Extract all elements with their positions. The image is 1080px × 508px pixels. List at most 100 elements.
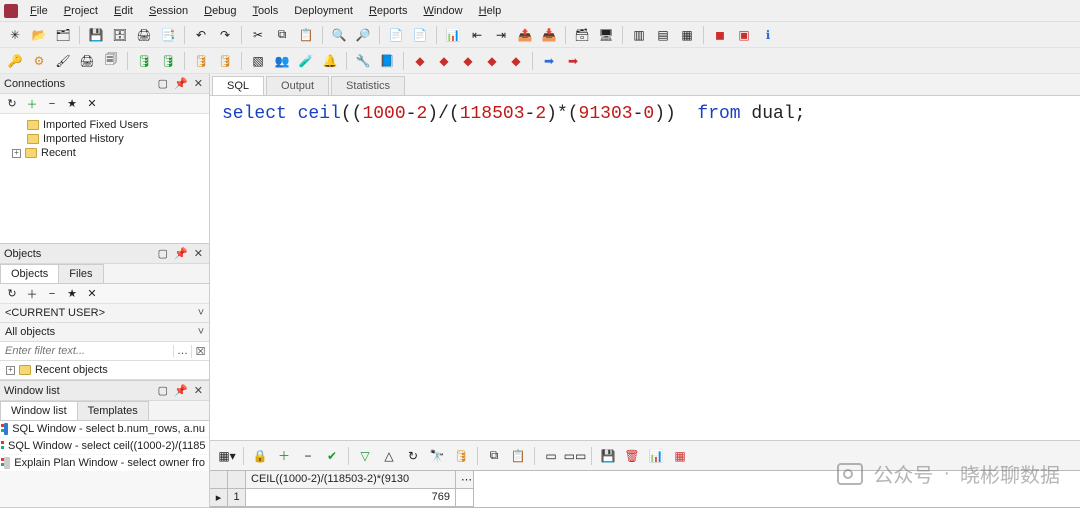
- commit-icon[interactable]: ✔: [321, 445, 343, 467]
- cascade-button[interactable]: ▦: [676, 24, 698, 46]
- stop-all-button[interactable]: ▣: [733, 24, 755, 46]
- test-button[interactable]: 🧪: [295, 50, 317, 72]
- lock-icon[interactable]: 🔒: [249, 445, 271, 467]
- red2-button[interactable]: ◆: [433, 50, 455, 72]
- menu-reports[interactable]: Reports: [361, 2, 416, 20]
- copy-button[interactable]: ⧉: [271, 24, 293, 46]
- db3-button[interactable]: 🛢: [190, 50, 212, 72]
- wrench-button[interactable]: 🔧: [352, 50, 374, 72]
- menu-debug[interactable]: Debug: [196, 2, 244, 20]
- tab-output[interactable]: Output: [266, 76, 329, 95]
- add-icon[interactable]: ＋: [23, 285, 41, 303]
- tab-window-list[interactable]: Window list: [0, 401, 78, 420]
- db2-button[interactable]: 🛢: [157, 50, 179, 72]
- panel-pin-icon[interactable]: 📌: [172, 77, 190, 90]
- menu-project[interactable]: Project: [56, 2, 106, 20]
- printer2-button[interactable]: 🖨: [76, 50, 98, 72]
- table-icon[interactable]: ▦: [669, 445, 691, 467]
- bell-button[interactable]: 🔔: [319, 50, 341, 72]
- brush-button[interactable]: 🖌: [52, 50, 74, 72]
- refresh-icon[interactable]: ↻: [3, 95, 21, 113]
- new-button[interactable]: ✳: [4, 24, 26, 46]
- expand-icon[interactable]: +: [6, 366, 15, 375]
- panel-close-icon[interactable]: ✕: [192, 384, 205, 397]
- window-list-item[interactable]: SQL Window - select b.num_rows, a.nu: [0, 421, 209, 438]
- refresh-icon[interactable]: ↻: [3, 285, 21, 303]
- db-explorer-button[interactable]: 🗃: [571, 24, 593, 46]
- tile-h-button[interactable]: ▥: [628, 24, 650, 46]
- book-button[interactable]: 📘: [376, 50, 398, 72]
- menu-edit[interactable]: Edit: [106, 2, 141, 20]
- print-setup-button[interactable]: 📑: [157, 24, 179, 46]
- filter-clear-icon[interactable]: ☒: [191, 345, 209, 358]
- print-button[interactable]: 🖨: [133, 24, 155, 46]
- red3-button[interactable]: ◆: [457, 50, 479, 72]
- indent-right-button[interactable]: ⇥: [490, 24, 512, 46]
- preview-button[interactable]: 🗐: [100, 50, 122, 72]
- tile-v-button[interactable]: ▤: [652, 24, 674, 46]
- tree-item[interactable]: Imported Fixed Users: [2, 118, 207, 132]
- remove-row-icon[interactable]: −: [297, 445, 319, 467]
- grid-column-header[interactable]: CEIL((1000-2)/(118503-2)*(9130: [246, 471, 456, 489]
- help-button[interactable]: ℹ: [757, 24, 779, 46]
- db-icon[interactable]: 🛢: [450, 445, 472, 467]
- window-list-item[interactable]: SQL Window - select ceil((1000-2)/(1185: [0, 438, 209, 455]
- menu-session[interactable]: Session: [141, 2, 196, 20]
- panel-close-icon[interactable]: ✕: [192, 77, 205, 90]
- redo-button[interactable]: ↷: [214, 24, 236, 46]
- export-button[interactable]: 📤: [514, 24, 536, 46]
- stop-button[interactable]: ◼: [709, 24, 731, 46]
- find-button[interactable]: 🔍: [328, 24, 350, 46]
- window-list-item[interactable]: Explain Plan Window - select owner fro: [0, 455, 209, 472]
- red4-button[interactable]: ◆: [481, 50, 503, 72]
- tree-item[interactable]: Imported History: [2, 132, 207, 146]
- panel-dropdown-icon[interactable]: ▢: [156, 77, 170, 90]
- refresh-icon[interactable]: ↻: [402, 445, 424, 467]
- save-button[interactable]: 💾: [85, 24, 107, 46]
- db1-button[interactable]: 🛢: [133, 50, 155, 72]
- paste-button[interactable]: 📋: [295, 24, 317, 46]
- post-icon[interactable]: ▽: [354, 445, 376, 467]
- remove-icon[interactable]: −: [43, 285, 61, 303]
- menu-help[interactable]: Help: [471, 2, 510, 20]
- tab-templates[interactable]: Templates: [77, 401, 149, 420]
- star-icon[interactable]: ★: [63, 285, 81, 303]
- filter-browse-icon[interactable]: …: [173, 345, 191, 357]
- expand-icon[interactable]: +: [12, 149, 21, 158]
- close-icon[interactable]: ✕: [83, 95, 101, 113]
- key-button[interactable]: 🔑: [4, 50, 26, 72]
- current-user-select[interactable]: <CURRENT USER> ˅: [0, 304, 209, 323]
- clipboard-icon[interactable]: 📋: [507, 445, 529, 467]
- star-icon[interactable]: ★: [63, 95, 81, 113]
- import-button[interactable]: 📥: [538, 24, 560, 46]
- doc2-button[interactable]: 📄: [409, 24, 431, 46]
- sql-editor[interactable]: select ceil((1000-2)/(118503-2)*(91303-0…: [210, 96, 1080, 440]
- multi-record-icon[interactable]: ▭▭: [564, 445, 586, 467]
- close-icon[interactable]: ✕: [83, 285, 101, 303]
- all-objects-select[interactable]: All objects ˅: [0, 323, 209, 342]
- chart-icon[interactable]: 📊: [645, 445, 667, 467]
- save-icon[interactable]: 💾: [597, 445, 619, 467]
- delete-icon[interactable]: 🗑: [621, 445, 643, 467]
- red5-button[interactable]: ◆: [505, 50, 527, 72]
- cube1-button[interactable]: ▧: [247, 50, 269, 72]
- gear-button[interactable]: ⚙: [28, 50, 50, 72]
- grid-data-row[interactable]: ▸ 1 769: [210, 489, 1080, 507]
- chevron-down-icon[interactable]: ˅: [193, 307, 209, 319]
- recent-objects-row[interactable]: + Recent objects: [0, 361, 209, 380]
- tree-item[interactable]: +Recent: [2, 146, 207, 160]
- grid-corner[interactable]: [210, 471, 228, 489]
- open-button[interactable]: 📂: [28, 24, 50, 46]
- panel-pin-icon[interactable]: 📌: [172, 247, 190, 260]
- remove-icon[interactable]: −: [43, 95, 61, 113]
- menu-window[interactable]: Window: [415, 2, 470, 20]
- grid-cell-value[interactable]: 769: [246, 489, 456, 507]
- single-record-icon[interactable]: ▭: [540, 445, 562, 467]
- find-next-button[interactable]: 🔎: [352, 24, 374, 46]
- menu-file[interactable]: File: [22, 2, 56, 20]
- tab-objects[interactable]: Objects: [0, 264, 59, 283]
- undo-button[interactable]: ↶: [190, 24, 212, 46]
- copy-cell-icon[interactable]: ⧉: [483, 445, 505, 467]
- open-project-button[interactable]: 🗂: [52, 24, 74, 46]
- add-row-icon[interactable]: ＋: [273, 445, 295, 467]
